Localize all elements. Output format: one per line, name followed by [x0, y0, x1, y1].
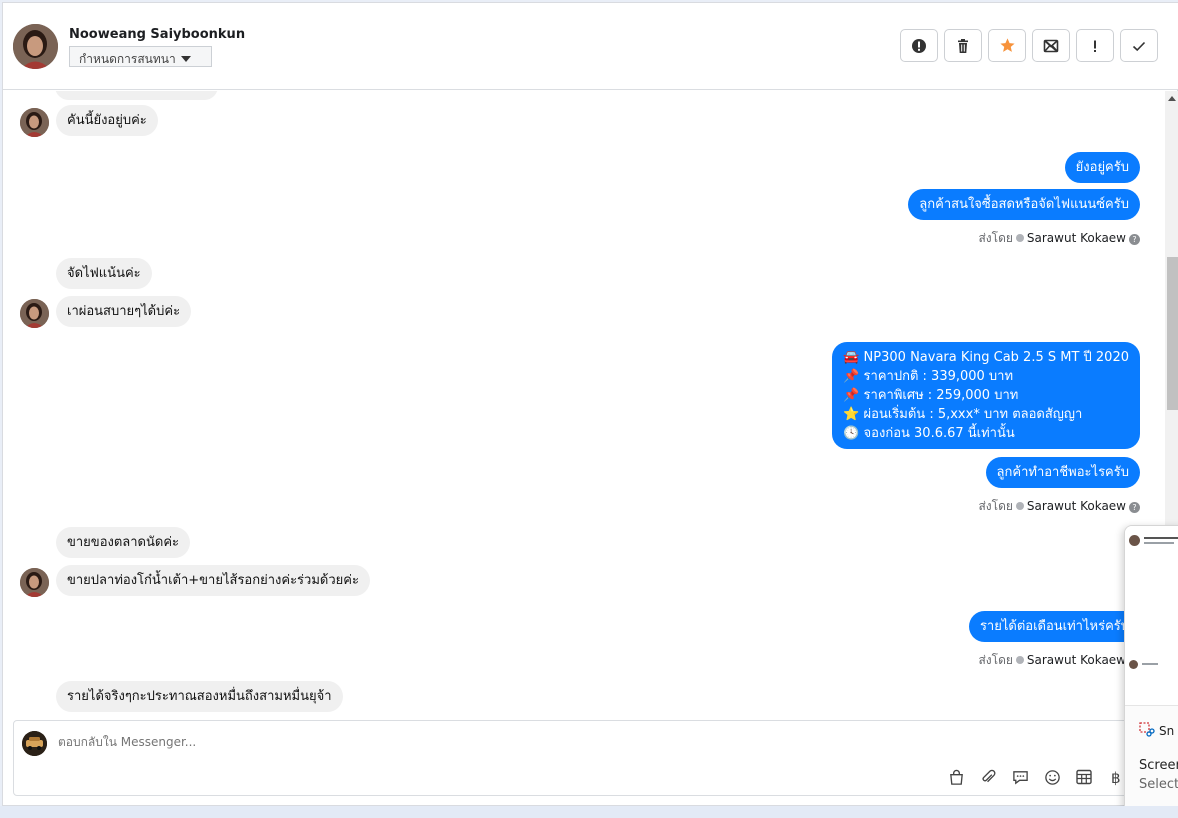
message-list[interactable]: คันนี้ยังอยู่บค่ะ ยังอยู่ครับ ลูกค้าสนใจ… — [3, 91, 1165, 721]
message-bubble: รายได้ต่อเดือนเท่าไหร่ครับ — [968, 611, 1140, 642]
sent-by-prefix: ส่งโดย — [978, 231, 1013, 245]
snip-label-text: Sn — [1159, 724, 1175, 738]
contact-name[interactable]: Nooweang Saiyboonkun — [69, 27, 245, 42]
check-icon — [1132, 41, 1146, 51]
label-dropdown[interactable]: กำหนดการสนทนา — [69, 46, 212, 67]
saved-reply-button[interactable] — [1010, 767, 1030, 787]
verified-icon — [1015, 502, 1024, 510]
promo-line-installment: ⭐ ผ่อนเริ่มต้น : 5,xxx* บาท ตลอดสัญญา — [843, 407, 1083, 422]
sent-by-prefix: ส่งโดย — [978, 499, 1013, 513]
help-icon[interactable]: ? — [1129, 502, 1140, 513]
baht-icon: ฿ — [1111, 769, 1121, 786]
mark-done-button[interactable] — [1120, 29, 1158, 62]
message-bubble-partial — [55, 91, 218, 100]
page-avatar — [22, 731, 47, 756]
header-actions — [900, 29, 1158, 62]
message-bubble: ขายปลาท่องโก๋น้ำเต้า+ขายไส้รอกย่างค่ะร่ว… — [56, 565, 370, 596]
screenshot-thumbnail[interactable] — [1125, 526, 1178, 706]
promo-line-normal-price: 📌 ราคาปกติ : 339,000 บาท — [843, 369, 1014, 384]
paperclip-icon — [981, 769, 995, 782]
chat-icon — [1012, 770, 1028, 784]
delete-button[interactable] — [944, 29, 982, 62]
mark-spam-button[interactable] — [900, 29, 938, 62]
caret-down-icon — [180, 56, 191, 62]
shop-button[interactable] — [946, 767, 966, 787]
exclamation-icon — [1094, 40, 1096, 52]
contact-avatar-small — [20, 108, 49, 137]
sent-by-label: ส่งโดย Sarawut Kokaew? — [978, 497, 1140, 516]
thumbnail-avatar — [1129, 660, 1138, 669]
notification-title: Screen — [1139, 758, 1178, 773]
conversation-header: Nooweang Saiyboonkun กำหนดการสนทนา — [3, 3, 1178, 90]
thumbnail-text-line — [1144, 542, 1174, 544]
scrollbar-thumb[interactable] — [1167, 257, 1178, 410]
promo-line-deadline: 🕓 จองก่อน 30.6.67 นี้เท่านั้น — [843, 426, 1015, 441]
message-bubble: รายได้จริงๆกะประทาณสองหมื่นถึงสามหมื่นยุ… — [56, 681, 343, 712]
message-bubble: จัดไฟแน้นค่ะ — [56, 258, 152, 289]
svg-text:฿: ฿ — [1111, 769, 1121, 786]
table-icon — [1076, 769, 1092, 785]
conversation-panel: Nooweang Saiyboonkun กำหนดการสนทนา คันนี… — [2, 2, 1178, 806]
attach-button[interactable] — [978, 767, 998, 787]
promo-line-special-price: 📌 ราคาพิเศษ : 259,000 บาท — [843, 388, 1019, 403]
alert-icon — [912, 38, 926, 53]
mail-block-icon — [1043, 39, 1059, 52]
star-icon — [999, 38, 1015, 52]
scissors-icon — [1139, 722, 1155, 737]
message-bubble: ลูกค้าทำอาชีพอะไรครับ — [985, 457, 1140, 488]
emoji-icon — [1044, 769, 1060, 785]
contact-avatar-small — [20, 299, 49, 328]
contact-avatar-small — [20, 568, 49, 597]
bag-icon — [949, 769, 963, 785]
emoji-button[interactable] — [1042, 767, 1062, 787]
label-dropdown-text: กำหนดการสนทนา — [79, 52, 176, 66]
reply-input[interactable] — [58, 735, 658, 749]
message-bubble: ขายของตลาดนัดค่ะ — [56, 527, 191, 558]
table-button[interactable] — [1074, 767, 1094, 787]
promo-line-model: 🚘 NP300 Navara King Cab 2.5 S MT ปี 2020 — [843, 350, 1129, 365]
message-bubble: คันนี้ยังอยู่บค่ะ — [56, 105, 158, 136]
message-bubble: ลูกค้าสนใจซื้อสดหรือจัดไฟแนนซ์ครับ — [908, 189, 1140, 220]
message-bubble: เาผ่อนสบายๆได้บ่ค่ะ — [56, 296, 192, 327]
thumbnail-text-line — [1144, 537, 1178, 539]
agent-name: Sarawut Kokaew — [1026, 499, 1126, 513]
follow-up-button[interactable] — [1076, 29, 1114, 62]
promo-message-bubble: 🚘 NP300 Navara King Cab 2.5 S MT ปี 2020… — [832, 342, 1140, 449]
snipping-tool-popup[interactable]: Sn Screen Select — [1124, 525, 1178, 815]
verified-icon — [1015, 656, 1024, 664]
payment-button[interactable]: ฿ — [1106, 767, 1126, 787]
thumbnail-avatar — [1129, 535, 1140, 546]
sent-by-label: ส่งโดยSarawut Kokaew? — [978, 651, 1140, 670]
notification-subtitle: Select — [1139, 777, 1178, 792]
thumbnail-text-line — [1142, 663, 1158, 665]
scroll-up-arrow-icon[interactable] — [1168, 96, 1176, 101]
mark-unread-button[interactable] — [1032, 29, 1070, 62]
sent-by-label: ส่งโดย Sarawut Kokaew? — [978, 229, 1140, 248]
snip-label[interactable]: Sn — [1139, 722, 1174, 738]
agent-name: Sarawut Kokaew — [1026, 653, 1126, 667]
help-icon[interactable]: ? — [1129, 234, 1140, 245]
contact-avatar[interactable] — [13, 24, 58, 69]
page-bottom-strip — [0, 806, 1178, 818]
star-button[interactable] — [988, 29, 1026, 62]
trash-icon — [958, 38, 968, 53]
reply-composer: ฿ — [13, 720, 1163, 796]
agent-name: Sarawut Kokaew — [1026, 231, 1126, 245]
message-bubble: ยังอยู่ครับ — [1064, 152, 1140, 183]
sent-by-prefix: ส่งโดย — [978, 653, 1013, 667]
verified-icon — [1015, 234, 1024, 242]
composer-toolbar: ฿ — [946, 767, 1126, 787]
